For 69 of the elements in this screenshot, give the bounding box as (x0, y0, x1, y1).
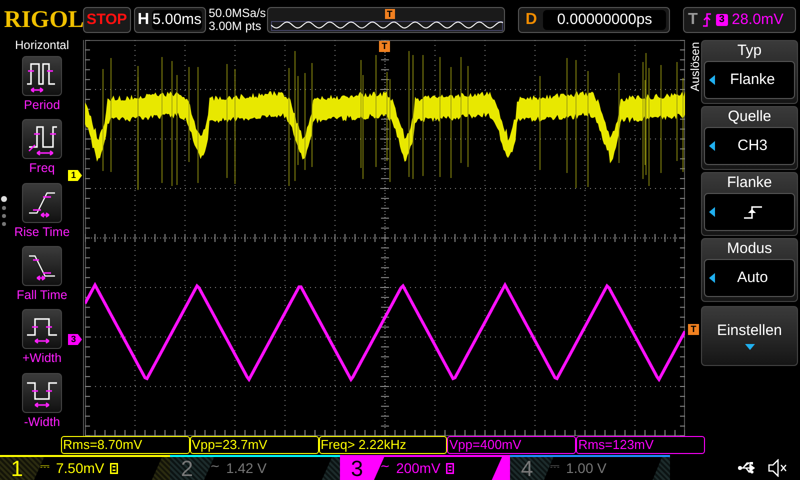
measurement-readout: Vpp=23.7mV (190, 436, 319, 454)
menu-item-label: Flanke (726, 173, 772, 193)
channel-number: 3 (350, 456, 364, 480)
channel-number: 4 (520, 456, 534, 480)
channel-scale: 200mV (396, 459, 440, 478)
left-arrow-icon (709, 75, 715, 85)
menu-item-label: Quelle (728, 107, 772, 127)
run-status-button[interactable]: STOP (83, 7, 131, 33)
menu-value-field[interactable]: Flanke (704, 61, 795, 99)
coupling-symbol: ~ (210, 458, 220, 475)
rising-edge-icon (742, 205, 762, 219)
left-arrow-icon (709, 207, 715, 217)
trigger-box[interactable]: T 3 28.0mV (682, 7, 796, 33)
trigger-level-marker[interactable]: T (688, 324, 699, 335)
measurement-readout: Vpp=400mV (447, 436, 576, 454)
measure-button[interactable]: Rise Time (1, 182, 83, 246)
trigger-position-marker: T (384, 9, 395, 19)
menu-item[interactable]: Typ Flanke (701, 40, 798, 104)
menu-item-label: Typ (737, 41, 762, 61)
coupling-symbol: ~ (380, 458, 390, 475)
menu-item-value: Auto (737, 268, 768, 288)
measure-button[interactable]: -Width (1, 372, 83, 436)
timebase-label: H (138, 10, 150, 30)
menu-value-field[interactable]: CH3 (704, 127, 795, 165)
measure-button[interactable]: Period (1, 56, 83, 120)
measure-button[interactable]: Fall Time (1, 246, 83, 310)
timebase-box[interactable]: H 5.00ms (134, 7, 206, 33)
channel-tab[interactable]: 1 ⎓ 7.50mV (0, 455, 170, 480)
coupling-symbol: ⎓ (550, 458, 560, 475)
measurement-readout: Freq> 2.22kHz (318, 436, 448, 454)
channel-tab[interactable]: 4 ⎓ 1.00 V (510, 455, 670, 480)
settings-button[interactable]: Einstellen (701, 306, 798, 366)
channel-scale: 1.42 V (226, 459, 267, 478)
trigger-position-marker[interactable]: T (379, 41, 390, 52)
delay-value: 0.00000000ps (543, 10, 666, 30)
channel-number: 2 (180, 456, 194, 480)
channel-tab[interactable]: 2 ~ 1.42 V (170, 455, 340, 480)
left-arrow-icon (709, 141, 715, 151)
panel-title: Horizontal (14, 38, 70, 52)
menu-value-field[interactable]: Auto (704, 259, 795, 297)
down-arrow-icon (744, 344, 754, 350)
trigger-source-badge: 3 (716, 14, 728, 26)
speaker-muted-icon (768, 458, 788, 476)
menu-item-value: Flanke (730, 70, 776, 90)
channel-scale: 1.00 V (566, 459, 606, 478)
channel-marker[interactable]: 3 (68, 334, 82, 345)
trigger-label: T (688, 10, 698, 30)
channel-number: 1 (10, 456, 24, 480)
menu-item-value: CH3 (737, 136, 768, 156)
rising-edge-icon (702, 13, 712, 27)
channel-scale: 7.50mV (56, 459, 104, 478)
menu-title: Auslösen (688, 42, 702, 92)
left-arrow-icon (709, 273, 715, 283)
menu-item-label: Modus (726, 239, 772, 259)
menu-value-field[interactable] (704, 193, 795, 231)
trigger-level: 28.0mV (732, 10, 784, 30)
delay-label: D (524, 10, 538, 30)
menu-item[interactable]: Modus Auto (701, 238, 798, 302)
measurement-readout: Rms=8.70mV (61, 436, 190, 454)
timebase-value: 5.00ms (152, 10, 202, 30)
channel-marker[interactable]: 1 (68, 170, 82, 181)
coupling-symbol: ⎓ (40, 458, 50, 475)
menu-item[interactable]: Quelle CH3 (701, 106, 798, 170)
channel-tab[interactable]: 3 ~ 200mV (340, 455, 510, 480)
measurement-readout: Rms=123mV (576, 436, 705, 454)
menu-item[interactable]: Flanke (701, 172, 798, 236)
memory-depth: 3.00M pts (208, 20, 262, 33)
sample-rate: 50.0MSa/s (208, 7, 264, 20)
delay-box[interactable]: D 0.00000000ps (518, 7, 670, 33)
